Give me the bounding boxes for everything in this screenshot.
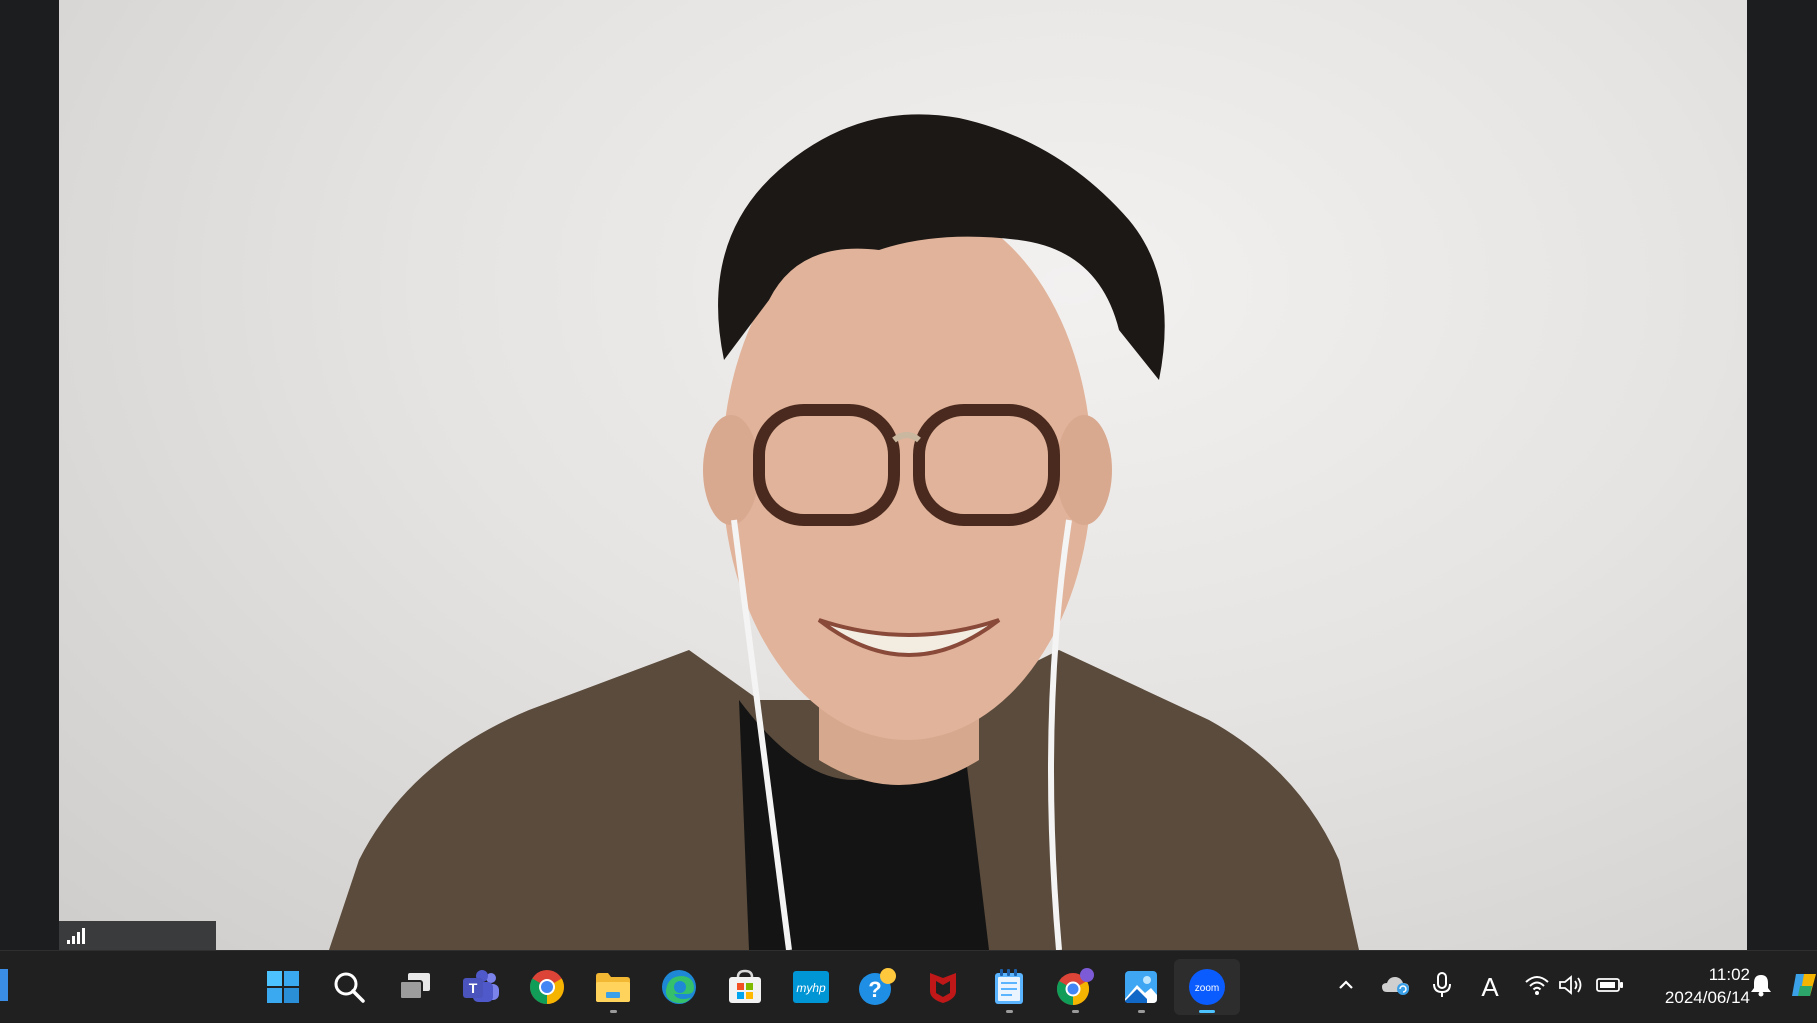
ime-button[interactable]: A [1474,951,1506,1023]
teams-icon: T [461,969,501,1005]
video-area [0,0,1817,950]
chrome-profile-button[interactable] [1042,959,1108,1015]
clock-time: 11:02 [1708,965,1750,984]
clock[interactable]: 11:02 2024/06/14 [1640,963,1750,1009]
svg-text:zoom: zoom [1195,983,1219,994]
chevron-up-icon [1336,975,1356,999]
zoom-button[interactable]: zoom [1174,959,1240,1015]
signal-strength-icon [65,926,89,946]
edge-button[interactable] [646,959,712,1015]
windows-start-icon [265,969,301,1005]
folder-icon [594,970,632,1004]
running-indicator [610,1010,617,1013]
network-status-badge [59,921,216,950]
clock-date: 2024/06/14 [1664,988,1750,1007]
myhp-button[interactable]: myhp [778,959,844,1015]
participant-video[interactable] [59,0,1747,950]
notifications-button[interactable] [1746,951,1776,1023]
photos-icon [1123,969,1159,1005]
photos-button[interactable] [1108,959,1174,1015]
file-explorer-button[interactable] [580,959,646,1015]
search-icon [331,969,367,1005]
onedrive-button[interactable] [1378,951,1414,1023]
task-view-icon [396,969,434,1005]
microphone-icon [1432,972,1452,1002]
help-icon: ? [857,967,897,1007]
chrome-button[interactable] [514,959,580,1015]
myhp-icon: myhp [792,969,830,1005]
copilot-button[interactable] [1792,951,1817,1023]
start-button[interactable] [250,959,316,1015]
onedrive-icon [1381,974,1411,1000]
participant-silhouette [329,114,1359,950]
microsoft-store-button[interactable] [712,959,778,1015]
notepad-button[interactable] [976,959,1042,1015]
search-button[interactable] [316,959,382,1015]
svg-text:?: ? [868,977,881,1002]
svg-text:T: T [469,980,478,996]
copilot-icon [1792,970,1817,1004]
taskbar-apps: T myhp ? zoom [250,959,1240,1015]
chrome-icon [1055,967,1095,1007]
task-view-button[interactable] [382,959,448,1015]
zoom-icon: zoom [1187,967,1227,1007]
running-indicator [1006,1010,1013,1013]
mcafee-button[interactable] [910,959,976,1015]
network-button[interactable] [1522,951,1552,1023]
chrome-icon [528,968,566,1006]
wifi-icon [1524,974,1550,1000]
svg-text:myhp: myhp [796,981,826,995]
mcafee-icon [925,969,961,1005]
show-hidden-icons-button[interactable] [1330,951,1362,1023]
desktop-peek-edge[interactable] [0,969,8,1001]
edge-icon [660,968,698,1006]
ime-icon: A [1481,971,1499,1002]
windows-taskbar: T myhp ? zoom A 11:02 2024/06/14 [0,950,1817,1022]
notepad-icon [992,968,1026,1006]
running-indicator [1072,1010,1079,1013]
volume-button[interactable] [1556,951,1586,1023]
volume-icon [1558,974,1584,1000]
get-help-button[interactable]: ? [844,959,910,1015]
microphone-button[interactable] [1426,951,1458,1023]
store-icon [727,969,763,1005]
running-indicator [1138,1010,1145,1013]
teams-button[interactable]: T [448,959,514,1015]
battery-button[interactable] [1594,951,1626,1023]
bell-icon [1750,973,1772,1001]
running-indicator [1199,1010,1215,1013]
battery-icon [1596,977,1624,997]
